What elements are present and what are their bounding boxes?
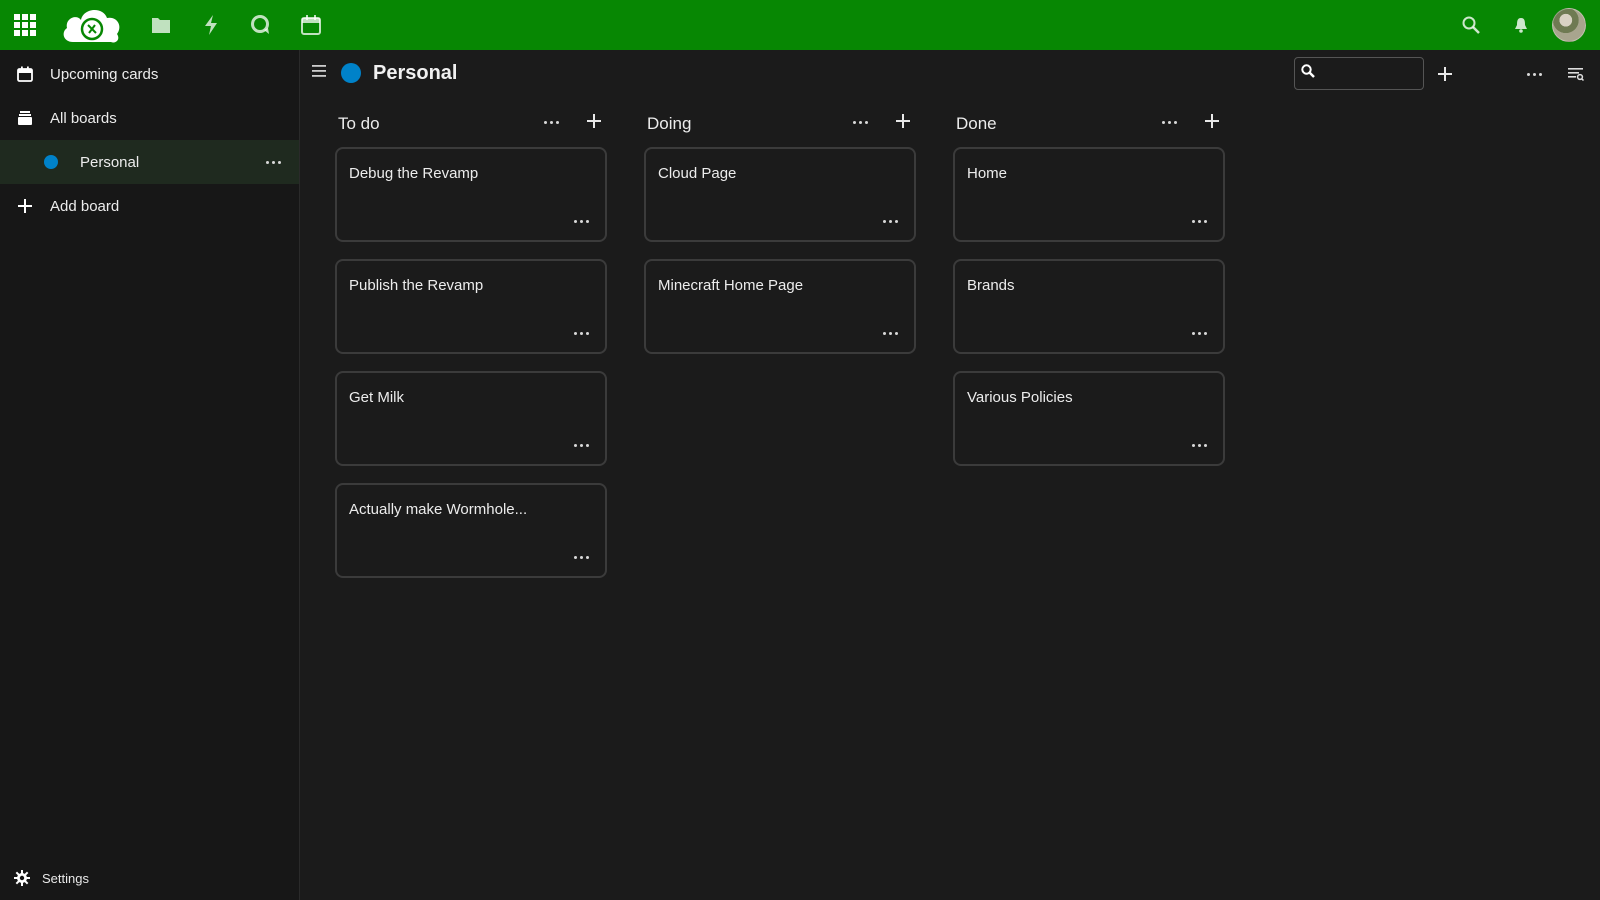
card-title: Debug the Revamp [349, 165, 479, 182]
card[interactable]: Cloud Page [644, 147, 916, 242]
sidebar-item-all-boards[interactable]: All boards [0, 96, 299, 140]
board-header: Personal [300, 50, 1600, 96]
activity-icon[interactable] [186, 0, 236, 50]
card[interactable]: Various Policies [953, 371, 1225, 466]
card-title: Actually make Wormhole... [349, 501, 528, 518]
board-search[interactable] [1294, 57, 1424, 90]
card-title: Brands [967, 277, 1015, 294]
card-title: Minecraft Home Page [658, 277, 804, 294]
stack-title: To do [338, 113, 380, 133]
avatar[interactable] [1552, 8, 1586, 42]
stack-more-options-icon[interactable] [848, 110, 872, 134]
sidebar-item-add-board[interactable]: Add board [0, 184, 299, 228]
card[interactable]: Home [953, 147, 1225, 242]
sidebar-item-label: Upcoming cards [50, 65, 159, 83]
sidebar-item-label: All boards [50, 109, 117, 127]
nextcloud-logo[interactable] [52, 0, 132, 50]
hamburger-menu-icon[interactable] [312, 64, 326, 83]
card[interactable]: Brands [953, 259, 1225, 354]
sidebar-item-personal-board[interactable]: Personal [0, 140, 299, 184]
card-more-options-icon[interactable] [569, 550, 593, 564]
plus-icon [14, 195, 36, 217]
board-color-dot [341, 63, 361, 83]
search-icon [1301, 64, 1315, 83]
board-columns: To do Debug the Revamp Publish the Revam… [335, 100, 1262, 595]
card[interactable]: Minecraft Home Page [644, 259, 916, 354]
calendar-icon[interactable] [286, 0, 336, 50]
card-more-options-icon[interactable] [1187, 326, 1211, 340]
bell-icon[interactable] [1496, 0, 1546, 50]
filter-details-icon[interactable] [1562, 60, 1590, 88]
stack-header: To do [335, 100, 607, 147]
card-title: Get Milk [349, 389, 405, 406]
card-more-options-icon[interactable] [569, 214, 593, 228]
card-title: Various Policies [967, 389, 1073, 406]
stack-column: To do Debug the Revamp Publish the Revam… [335, 100, 607, 595]
stack-icon [14, 107, 36, 129]
card-more-options-icon[interactable] [1187, 438, 1211, 452]
stack-column: Doing Cloud Page Minecraft Home Page [644, 100, 916, 595]
card-title: Home [967, 165, 1008, 182]
card[interactable]: Publish the Revamp [335, 259, 607, 354]
stack-title: Done [956, 113, 997, 133]
add-list-button[interactable] [1431, 60, 1459, 88]
gear-icon [14, 870, 30, 886]
card-more-options-icon[interactable] [878, 214, 902, 228]
top-navigation-bar [0, 0, 1600, 50]
files-icon[interactable] [136, 0, 186, 50]
sidebar-item-label: Add board [50, 197, 120, 215]
board-more-options-icon[interactable] [1520, 60, 1548, 88]
apps-grid-icon[interactable] [0, 0, 50, 50]
card-more-options-icon[interactable] [569, 438, 593, 452]
calendar-icon [14, 63, 36, 85]
page-title: Personal [373, 62, 458, 84]
card[interactable]: Get Milk [335, 371, 607, 466]
stack-header: Doing [644, 100, 916, 147]
search-icon[interactable] [1446, 0, 1496, 50]
settings-label: Settings [42, 870, 89, 886]
add-card-button[interactable] [581, 108, 607, 134]
talk-icon[interactable] [236, 0, 286, 50]
card-title: Cloud Page [658, 165, 737, 182]
stack-title: Doing [647, 113, 692, 133]
stack-column: Done Home Brands Various Policies [953, 100, 1225, 595]
card-more-options-icon[interactable] [1187, 214, 1211, 228]
card[interactable]: Actually make Wormhole... [335, 483, 607, 578]
add-card-button[interactable] [890, 108, 916, 134]
stack-more-options-icon[interactable] [1157, 110, 1181, 134]
stack-more-options-icon[interactable] [539, 110, 563, 134]
card-more-options-icon[interactable] [878, 326, 902, 340]
more-options-icon[interactable] [261, 140, 285, 184]
board-color-dot [44, 155, 58, 169]
stack-header: Done [953, 100, 1225, 147]
add-card-button[interactable] [1199, 108, 1225, 134]
sidebar: Upcoming cards All boards Personal Add b… [0, 50, 300, 900]
board-main: Personal To do Debug the Revamp Publish … [300, 50, 1600, 900]
settings-button[interactable]: Settings [0, 856, 299, 900]
card-title: Publish the Revamp [349, 277, 484, 294]
card-more-options-icon[interactable] [569, 326, 593, 340]
search-input[interactable] [1319, 65, 1419, 82]
sidebar-item-label: Personal [80, 153, 140, 171]
sidebar-item-upcoming-cards[interactable]: Upcoming cards [0, 52, 299, 96]
card[interactable]: Debug the Revamp [335, 147, 607, 242]
